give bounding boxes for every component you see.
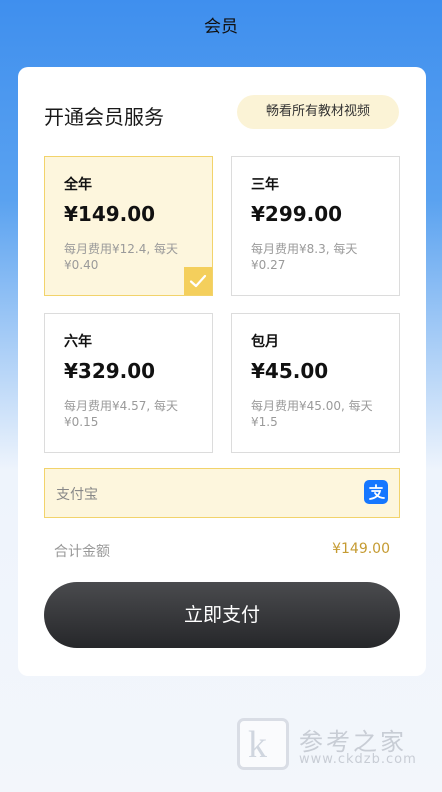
alipay-icon	[364, 480, 388, 504]
payment-method-selector[interactable]: 支付宝	[44, 468, 400, 518]
card-title: 开通会员服务	[44, 105, 164, 129]
plan-name: 全年	[64, 177, 92, 193]
plan-option-yearly[interactable]: 全年 ¥149.00 每月费用¥12.4, 每天¥0.40	[44, 156, 213, 296]
watermark-url: www.ckdzb.com	[299, 752, 417, 767]
plan-price: ¥299.00	[251, 202, 343, 226]
total-amount: ¥149.00	[332, 541, 390, 557]
plan-description: 每月费用¥12.4, 每天¥0.40	[64, 242, 178, 272]
benefit-pill: 畅看所有教材视频	[237, 95, 399, 129]
payment-method-label: 支付宝	[56, 487, 98, 503]
membership-card: 开通会员服务 畅看所有教材视频 全年 ¥149.00 每月费用¥12.4, 每天…	[18, 67, 426, 676]
plan-option-monthly[interactable]: 包月 ¥45.00 每月费用¥45.00, 每天¥1.5	[231, 313, 400, 453]
plan-name: 六年	[64, 334, 92, 350]
plan-price: ¥149.00	[64, 202, 156, 226]
watermark: k 参考之家 www.ckdzb.com	[237, 718, 442, 774]
page-title: 会员	[204, 17, 238, 37]
plan-name: 包月	[251, 334, 279, 350]
total-label: 合计金额	[54, 544, 110, 560]
watermark-logo: k	[237, 718, 289, 770]
plan-name: 三年	[251, 177, 279, 193]
plan-description: 每月费用¥45.00, 每天¥1.5	[251, 399, 373, 429]
plan-option-six-years[interactable]: 六年 ¥329.00 每月费用¥4.57, 每天¥0.15	[44, 313, 213, 453]
pay-now-button[interactable]: 立即支付	[44, 582, 400, 648]
checkmark-icon	[184, 267, 212, 295]
plan-description: 每月费用¥4.57, 每天¥0.15	[64, 399, 178, 429]
plan-price: ¥329.00	[64, 359, 156, 383]
plan-option-three-years[interactable]: 三年 ¥299.00 每月费用¥8.3, 每天¥0.27	[231, 156, 400, 296]
plan-description: 每月费用¥8.3, 每天¥0.27	[251, 242, 358, 272]
plan-price: ¥45.00	[251, 359, 329, 383]
